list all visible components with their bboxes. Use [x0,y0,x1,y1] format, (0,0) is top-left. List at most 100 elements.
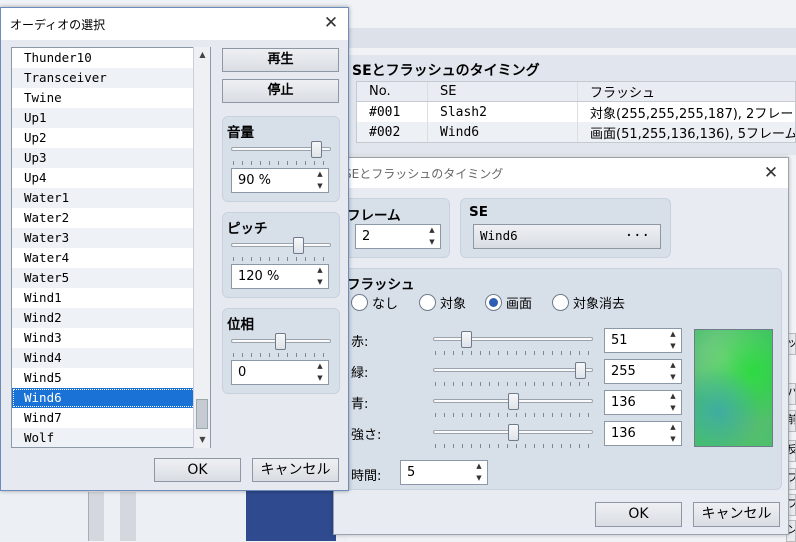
volume-slider[interactable] [231,141,331,165]
spin-up-icon[interactable]: ▲ [312,361,328,373]
list-item[interactable]: Thunder10 [12,48,210,68]
background-scrollbar[interactable] [88,492,104,541]
list-item[interactable]: Up4 [12,168,210,188]
duration-spinbox[interactable]: 5 ▲ ▼ [400,460,488,485]
radio-label: なし [372,297,399,312]
audio-file-list[interactable]: Thunder10 Transceiver Twine Up1 Up2 Up3 Up4 Wat… [11,47,211,448]
flash-cancel-button[interactable]: キャンセル [693,502,780,527]
blue-slider[interactable] [433,393,593,417]
list-item[interactable]: Water1 [12,188,210,208]
column-flash: フラッシュ [577,82,795,101]
close-icon[interactable]: ✕ [322,14,340,32]
radio-circle-icon [419,294,436,311]
table-row[interactable]: #001 Slash2 対象(255,255,255,187), 2フレー [357,102,795,122]
spin-up-icon[interactable]: ▲ [665,391,681,403]
table-header: No. SE フラッシュ [357,82,795,102]
spin-down-icon[interactable]: ▼ [424,237,440,249]
spin-up-icon[interactable]: ▲ [312,265,328,277]
list-item[interactable]: Water5 [12,268,210,288]
audio-ok-button[interactable]: OK [154,458,241,482]
slider-thumb[interactable] [575,362,586,379]
scroll-down-icon[interactable]: ▼ [194,432,211,448]
list-item[interactable]: Up1 [12,108,210,128]
spin-down-icon[interactable]: ▼ [665,372,681,384]
slider-thumb[interactable] [461,331,472,348]
volume-spinbox[interactable]: 90 % ▲ ▼ [231,168,329,193]
spin-up-icon[interactable]: ▲ [665,329,681,341]
list-item[interactable]: Up3 [12,148,210,168]
slider-thumb[interactable] [508,393,519,410]
list-item[interactable]: Water2 [12,208,210,228]
pan-slider[interactable] [231,333,331,357]
cell-se: Slash2 [427,102,577,122]
flash-ok-button[interactable]: OK [595,502,682,527]
spin-down-icon[interactable]: ▼ [312,181,328,193]
list-item[interactable]: Wind1 [12,288,210,308]
green-value: 255 [611,364,636,379]
green-spinbox[interactable]: 255 ▲ ▼ [604,359,682,384]
pitch-value: 120 % [238,269,280,284]
list-item[interactable]: Water3 [12,228,210,248]
spin-down-icon[interactable]: ▼ [471,473,487,485]
slider-thumb[interactable] [275,333,286,350]
spin-down-icon[interactable]: ▼ [312,277,328,289]
pitch-group: ピッチ 120 % ▲ ▼ [222,212,340,298]
scroll-up-icon[interactable]: ▲ [194,47,211,63]
play-button[interactable]: 再生 [222,48,339,72]
red-slider[interactable] [433,331,593,355]
close-icon[interactable]: ✕ [762,164,780,182]
red-spinbox[interactable]: 51 ▲ ▼ [604,328,682,353]
slider-thumb[interactable] [508,424,519,441]
strength-slider[interactable] [433,424,593,448]
background-scrollbar[interactable] [120,492,136,541]
spin-up-icon[interactable]: ▲ [665,422,681,434]
spin-down-icon[interactable]: ▼ [312,373,328,385]
list-item[interactable]: Wind2 [12,308,210,328]
slider-thumb[interactable] [293,237,304,254]
se-label: SE [469,204,488,220]
list-item[interactable]: Wind4 [12,348,210,368]
flash-label: フラッシュ [347,277,415,293]
list-item[interactable]: Wolf [12,428,210,447]
frame-spinbox[interactable]: 2 ▲ ▼ [355,224,441,249]
radio-none[interactable]: なし [351,293,398,312]
red-label: 赤: [351,335,369,350]
se-group: SE Wind6 ··· [460,198,671,258]
strength-spinbox[interactable]: 136 ▲ ▼ [604,421,682,446]
spin-up-icon[interactable]: ▲ [424,225,440,237]
se-select-button[interactable]: Wind6 ··· [473,224,661,249]
blue-spinbox[interactable]: 136 ▲ ▼ [604,390,682,415]
list-item[interactable]: Wind3 [12,328,210,348]
strength-label: 強さ: [351,428,382,443]
list-scrollbar[interactable]: ▲ ▼ [193,47,210,448]
flash-dialog-title: SEとフラッシュのタイミング [344,166,504,181]
pan-spinbox[interactable]: 0 ▲ ▼ [231,360,329,385]
spin-down-icon[interactable]: ▼ [665,341,681,353]
pitch-slider[interactable] [231,237,331,261]
spin-up-icon[interactable]: ▲ [471,461,487,473]
table-row[interactable]: #002 Wind6 画面(51,255,136,136), 5フレーム [357,122,795,142]
radio-target[interactable]: 対象 [419,293,466,312]
spin-down-icon[interactable]: ▼ [665,434,681,446]
volume-value: 90 % [238,173,272,188]
stop-button[interactable]: 停止 [222,79,339,103]
pitch-label: ピッチ [227,221,268,237]
list-item[interactable]: Transceiver [12,68,210,88]
frame-group: フレーム 2 ▲ ▼ [342,198,450,258]
radio-hide-target[interactable]: 対象消去 [552,293,625,312]
scroll-thumb[interactable] [196,399,208,429]
list-item[interactable]: Water4 [12,248,210,268]
slider-thumb[interactable] [311,141,322,158]
list-item[interactable]: Twine [12,88,210,108]
spin-up-icon[interactable]: ▲ [312,169,328,181]
green-slider[interactable] [433,362,593,386]
pitch-spinbox[interactable]: 120 % ▲ ▼ [231,264,329,289]
list-item[interactable]: Wind6 [12,388,210,408]
audio-cancel-button[interactable]: キャンセル [252,458,339,482]
list-item[interactable]: Up2 [12,128,210,148]
list-item[interactable]: Wind7 [12,408,210,428]
spin-up-icon[interactable]: ▲ [665,360,681,372]
list-item[interactable]: Wind5 [12,368,210,388]
radio-screen[interactable]: 画面 [485,293,532,312]
spin-down-icon[interactable]: ▼ [665,403,681,415]
